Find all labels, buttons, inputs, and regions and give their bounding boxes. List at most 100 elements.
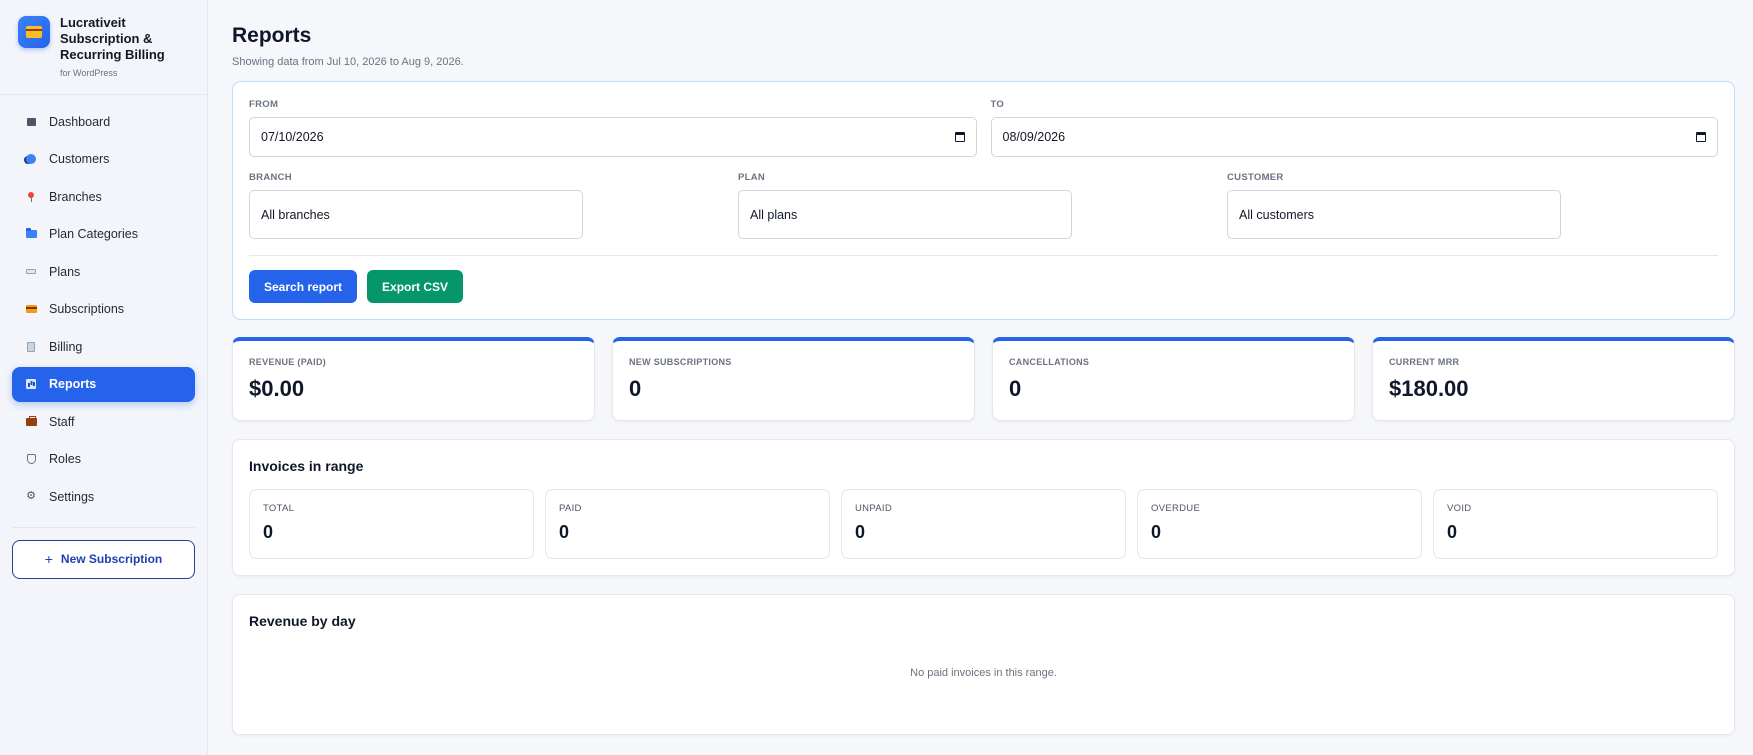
plan-select-value: All plans <box>750 207 798 222</box>
sidebar-item-customers[interactable]: Customers <box>12 142 195 177</box>
plan-label: PLAN <box>738 172 766 183</box>
sidebar-item-plan-categories[interactable]: Plan Categories <box>12 217 195 252</box>
customer-select[interactable]: All customers <box>1227 190 1561 239</box>
invoice-stat-total: TOTAL 0 <box>249 489 534 559</box>
sidebar-item-label: Roles <box>49 452 81 466</box>
brand: Lucrativeit Subscription & Recurring Bil… <box>0 0 207 95</box>
branch-select[interactable]: All branches <box>249 190 583 239</box>
export-csv-button[interactable]: Export CSV <box>367 270 464 303</box>
sidebar: Lucrativeit Subscription & Recurring Bil… <box>0 0 208 755</box>
customer-label: CUSTOMER <box>1227 172 1284 183</box>
report-filters: FROM 07/10/2026 TO 08/09/2026 BRANCH All… <box>232 81 1735 320</box>
card-icon <box>25 303 37 315</box>
invoice-stat-void: VOID 0 <box>1433 489 1718 559</box>
invoice-stat-label: OVERDUE <box>1151 503 1201 514</box>
sidebar-item-plans[interactable]: Plans <box>12 254 195 289</box>
invoice-stat-label: TOTAL <box>263 503 295 514</box>
to-label: TO <box>990 99 1005 110</box>
page-subtitle: Showing data from Jul 10, 2026 to Aug 9,… <box>232 56 464 68</box>
pin-icon <box>25 191 37 203</box>
kpi-card-current-mrr: CURRENT MRR $180.00 <box>1372 337 1735 421</box>
from-label: FROM <box>249 99 279 110</box>
sidebar-divider <box>12 526 195 528</box>
sidebar-item-label: Settings <box>49 489 95 504</box>
gear-icon: ⚙ <box>26 490 36 502</box>
invoice-stat-label: VOID <box>1447 503 1472 514</box>
sidebar-nav: Dashboard Customers Branches Plan Catego… <box>0 95 207 517</box>
new-subscription-button[interactable]: + New Subscription <box>12 539 195 579</box>
sidebar-item-label: Billing <box>49 339 83 354</box>
sidebar-item-label: Plan Categories <box>49 227 138 241</box>
sidebar-item-roles[interactable]: Roles <box>12 442 195 477</box>
sidebar-item-settings[interactable]: ⚙ Settings <box>12 479 195 514</box>
filters-divider <box>249 255 1718 256</box>
plus-icon: + <box>44 551 53 567</box>
page-title: Reports <box>232 24 312 47</box>
kpi-value: $0.00 <box>249 376 305 401</box>
dashboard-icon <box>25 116 37 128</box>
sidebar-item-label: Dashboard <box>49 114 111 129</box>
revenue-title: Revenue by day <box>249 613 356 629</box>
sidebar-item-label: Staff <box>49 414 75 429</box>
kpi-label: CURRENT MRR <box>1389 357 1460 367</box>
calendar-icon[interactable] <box>1696 132 1706 142</box>
credit-card-icon <box>18 16 50 48</box>
sidebar-item-label: Plans <box>49 264 81 279</box>
kpi-card-new-subscriptions: NEW SUBSCRIPTIONS 0 <box>612 337 975 421</box>
invoice-stat-value: 0 <box>559 522 570 542</box>
receipt-icon <box>25 341 37 353</box>
kpi-value: 0 <box>629 376 642 401</box>
briefcase-icon <box>25 415 37 428</box>
kpi-row: REVENUE (PAID) $0.00 NEW SUBSCRIPTIONS 0… <box>232 337 1735 421</box>
invoice-stat-label: UNPAID <box>855 503 892 514</box>
shield-icon <box>25 453 37 465</box>
to-date-value: 08/09/2026 <box>1002 130 1066 144</box>
kpi-card-revenue: REVENUE (PAID) $0.00 <box>232 337 595 421</box>
invoice-stat-value: 0 <box>263 522 274 542</box>
sidebar-item-billing[interactable]: Billing <box>12 329 195 364</box>
brand-name: Lucrativeit Subscription & Recurring Bil… <box>60 15 165 62</box>
calendar-icon[interactable] <box>954 132 965 142</box>
branch-select-value: All branches <box>261 207 330 222</box>
invoice-stat-paid: PAID 0 <box>545 489 830 559</box>
kpi-card-cancellations: CANCELLATIONS 0 <box>992 337 1355 421</box>
sidebar-item-staff[interactable]: Staff <box>12 404 195 439</box>
sidebar-item-label: Branches <box>49 189 102 204</box>
kpi-value: $180.00 <box>1389 376 1469 401</box>
kpi-label: NEW SUBSCRIPTIONS <box>629 357 732 367</box>
brand-sub: for WordPress <box>60 68 118 78</box>
main-content: Reports Showing data from Jul 10, 2026 t… <box>208 0 1753 755</box>
revenue-by-day-panel: Revenue by day No paid invoices in this … <box>232 594 1735 735</box>
sidebar-item-branches[interactable]: Branches <box>12 179 195 214</box>
to-field: TO 08/09/2026 <box>990 99 1718 157</box>
invoice-stat-unpaid: UNPAID 0 <box>841 489 1126 559</box>
folder-icon <box>25 228 37 240</box>
invoice-stats: TOTAL 0 PAID 0 UNPAID 0 OVERDUE 0 VOID 0 <box>249 489 1718 559</box>
sidebar-item-subscriptions[interactable]: Subscriptions <box>12 292 195 327</box>
branch-field: BRANCH All branches <box>249 172 583 239</box>
invoice-stat-label: PAID <box>559 503 582 514</box>
new-subscription-label: New Subscription <box>60 552 163 566</box>
to-date-input[interactable]: 08/09/2026 <box>990 117 1718 157</box>
plan-select[interactable]: All plans <box>738 190 1072 239</box>
chart-icon <box>25 378 37 390</box>
branch-label: BRANCH <box>249 172 292 183</box>
invoice-stat-value: 0 <box>1151 522 1162 542</box>
kpi-label: REVENUE (PAID) <box>249 357 327 367</box>
sidebar-item-label: Subscriptions <box>49 302 125 316</box>
sidebar-item-label: Reports <box>49 377 97 391</box>
kpi-value: 0 <box>1009 376 1022 401</box>
from-date-input[interactable]: 07/10/2026 <box>249 117 977 157</box>
sidebar-item-dashboard[interactable]: Dashboard <box>12 104 195 139</box>
filter-actions: Search report Export CSV <box>249 270 1718 303</box>
invoices-panel: Invoices in range TOTAL 0 PAID 0 UNPAID … <box>232 439 1735 576</box>
invoices-title: Invoices in range <box>249 458 364 474</box>
search-report-button[interactable]: Search report <box>249 270 358 303</box>
invoice-stat-value: 0 <box>855 522 866 542</box>
tag-icon <box>25 266 37 278</box>
customer-field: CUSTOMER All customers <box>1227 172 1561 239</box>
plan-field: PLAN All plans <box>738 172 1072 239</box>
invoice-stat-value: 0 <box>1447 522 1458 542</box>
empty-state-message: No paid invoices in this range. <box>910 667 1057 679</box>
sidebar-item-reports[interactable]: Reports <box>12 366 195 402</box>
